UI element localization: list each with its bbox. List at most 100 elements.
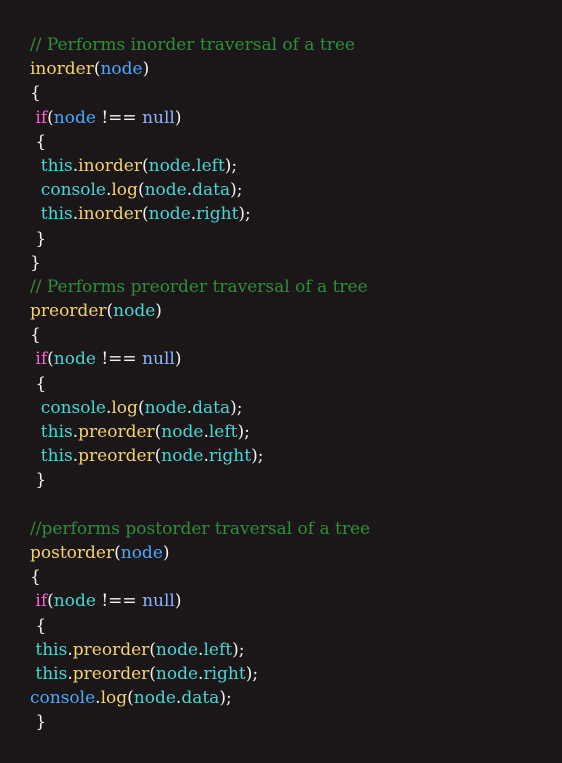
code-line: console.log(node.data); [30,178,562,202]
code-token-comment: // Performs inorder traversal of a tree [30,35,355,55]
code-line: // Performs inorder traversal of a tree [30,33,562,57]
code-token-punct: ) [155,301,162,322]
code-line: if(node !== null) [30,347,562,371]
code-token-punct: ( [149,639,156,660]
code-line: console.log(node.data); [30,686,562,710]
code-editor: // Performs inorder traversal of a tree i… [0,0,562,763]
code-token-ident: node [113,301,156,322]
code-line: { [30,372,562,396]
code-line: this.preorder(node.right); [30,662,562,686]
code-line: } [30,227,562,251]
code-token-ident: left [196,155,225,176]
code-token-ident: right [208,446,252,467]
code-token-func: log [111,397,138,418]
code-token-func: preorder [78,422,155,442]
code-token-func: preorder [72,663,150,684]
code-line: } [30,251,562,275]
code-token-punct: ( [127,688,134,709]
code-line: this.inorder(node.left); [30,154,562,178]
code-token-ident: node [155,663,199,684]
code-token-ident: node [53,591,96,612]
code-token-punct: ) [174,107,182,128]
code-token-punct: ( [47,107,54,128]
code-token-func: log [100,688,128,709]
code-line: this.preorder(node.right); [30,444,562,468]
code-token-punct: ); [245,663,259,684]
code-token-punct: ) [162,542,170,563]
code-token-ident: node [53,349,96,370]
code-token-punct: { [30,131,47,152]
code-line: } [30,710,562,734]
code-line: this.preorder(node.left); [30,638,562,662]
code-token-punct: { [30,567,41,588]
code-token-comment: // Performs preorder traversal of a tree [30,276,368,297]
code-token-punct: ); [224,155,238,176]
code-token-param: console [30,688,96,709]
code-token-punct: } [30,712,47,733]
code-token-punct: ( [141,155,149,176]
code-token-punct: ); [230,180,243,201]
code-token-punct: ); [232,639,245,660]
code-token-param: node [120,542,163,563]
code-token-func: preorder [30,301,107,322]
code-token-ident: this [30,155,73,176]
code-token-func: preorder [78,446,155,467]
code-token-ident: right [196,204,239,225]
code-token-ident: data [181,688,220,709]
code-token-ident: node [144,397,187,418]
code-token-comment: //performs postorder traversal of a tree [30,518,371,539]
code-token-ident: right [203,663,246,684]
code-token-punct: ) [174,591,182,612]
code-token-punct: { [30,373,47,394]
code-token-punct: !== [95,107,143,128]
code-token-punct: ( [137,397,145,418]
code-line: if(node !== null) [30,589,562,613]
code-token-ident: node [161,422,204,442]
code-token-punct: ( [47,349,54,370]
code-token-func: inorder [78,155,142,176]
code-token-ident: console [30,397,106,418]
code-token-keyword: if [30,591,48,612]
code-token-punct: ); [230,397,243,418]
code-token-punct: ) [174,349,182,370]
code-token-func: preorder [72,639,150,660]
code-token-punct: { [30,615,47,636]
code-token-func: postorder [30,542,115,563]
code-token-ident: node [155,639,199,660]
code-line: { [30,81,562,105]
code-line: this.inorder(node.right); [30,202,562,226]
code-line: { [30,565,562,589]
code-token-ident: left [203,639,233,660]
code-token-func: inorder [30,59,94,80]
code-line: inorder(node) [30,57,562,81]
code-token-punct: ) [142,59,150,80]
code-line: { [30,614,562,638]
code-token-ident: console [30,180,106,201]
code-token-ident: node [148,155,191,176]
code-token-punct: { [30,83,41,104]
code-token-ident: left [208,422,238,442]
code-token-null: null [142,349,175,370]
code-token-punct: ( [141,204,149,225]
code-token-ident: node [148,204,191,225]
code-token-punct: ); [251,446,264,467]
code-token-punct: ( [149,663,156,684]
code-token-func: inorder [78,204,142,225]
code-token-punct: } [30,252,41,273]
code-token-ident: this [30,446,73,467]
code-token-ident: data [192,397,231,418]
code-token-punct: ( [114,542,121,563]
code-token-func: log [111,180,138,201]
code-token-ident: this [30,639,68,660]
code-line: { [30,323,562,347]
code-token-ident: data [192,180,231,201]
code-token-punct: ); [219,688,232,709]
code-line: this.preorder(node.left); [30,420,562,444]
code-token-punct: } [30,228,47,249]
code-token-punct: !== [95,349,143,370]
code-token-ident: node [144,180,187,201]
code-token-ident: this [30,663,68,684]
code-line: } [30,468,562,492]
code-token-punct: ); [238,204,251,225]
code-token-keyword: if [30,349,48,370]
